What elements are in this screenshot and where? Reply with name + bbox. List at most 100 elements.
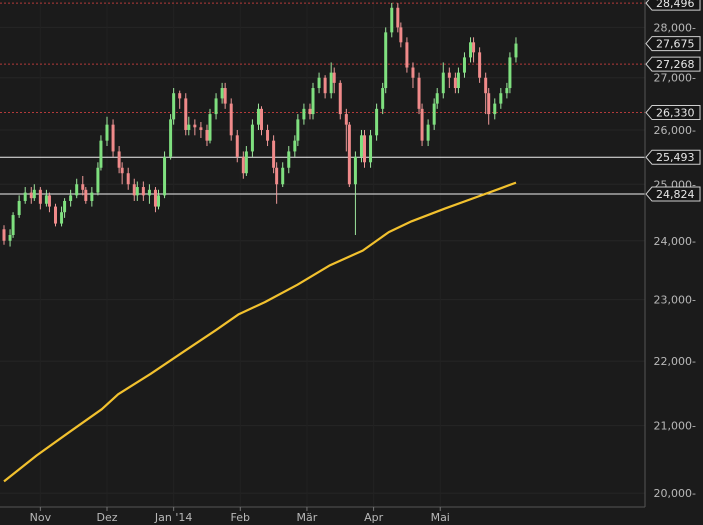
candle-down <box>272 140 276 168</box>
candle-down <box>193 124 197 128</box>
price-tag-label: 27,268 <box>656 58 695 71</box>
candle-up <box>60 212 64 224</box>
candle-up <box>441 72 445 94</box>
candle-down <box>363 135 366 163</box>
candle-up <box>499 93 503 104</box>
candle-up <box>353 156 357 185</box>
candle-down <box>399 27 403 43</box>
candle-up <box>169 119 173 157</box>
candle-up <box>187 124 191 130</box>
candle-up <box>375 108 379 136</box>
y-tick-label: 21,000- <box>654 420 696 433</box>
candle-up <box>90 192 94 201</box>
candle-up <box>281 167 285 185</box>
candle-up <box>75 184 79 196</box>
candle-down <box>111 124 115 152</box>
candle-down <box>54 206 57 224</box>
candle-down <box>235 135 239 157</box>
candle-up <box>369 135 373 163</box>
candle-up <box>17 200 21 216</box>
candle-down <box>38 189 42 204</box>
candle-down <box>447 72 451 78</box>
price-tag-label: 25,493 <box>656 151 695 164</box>
y-tick-label: 27,000- <box>654 72 696 85</box>
y-tick-label: 23,000- <box>654 294 696 307</box>
candle-up <box>426 124 430 141</box>
y-tick-label: 22,000- <box>654 355 696 368</box>
x-tick-label: Mai <box>431 511 450 524</box>
candle-down <box>117 151 121 168</box>
candle-up <box>147 189 151 196</box>
candle-up <box>96 167 100 193</box>
candle-up <box>381 88 385 109</box>
candle-down <box>453 77 457 89</box>
candle-up <box>172 93 176 120</box>
y-tick-label: 24,000- <box>654 235 696 248</box>
candle-down <box>344 114 348 125</box>
candle-down <box>484 77 488 94</box>
candle-up <box>99 140 103 168</box>
candle-up <box>250 124 254 152</box>
candle-up <box>32 189 36 199</box>
candle-up <box>505 88 509 94</box>
y-tick-label: 26,000- <box>654 124 696 137</box>
candle-up <box>69 195 73 201</box>
candle-up <box>105 124 109 141</box>
candle-down <box>478 52 482 78</box>
candle-up <box>456 72 460 89</box>
candle-down <box>323 77 327 94</box>
candle-up <box>317 77 321 89</box>
candle-down <box>199 127 203 130</box>
candle-up <box>296 119 300 141</box>
candle-down <box>275 167 279 185</box>
candle-down <box>260 108 263 130</box>
candle-down <box>229 103 233 136</box>
price-tag-label: 28,496 <box>656 0 695 10</box>
candle-down <box>205 129 209 141</box>
candle-up <box>390 7 394 33</box>
price-tag-label: 27,675 <box>656 38 695 51</box>
candle-down <box>126 173 130 185</box>
candle-up <box>302 108 306 120</box>
candle-down <box>132 184 136 196</box>
x-tick-label: Apr <box>364 511 384 524</box>
candle-up <box>44 195 48 204</box>
x-tick-label: Feb <box>231 511 250 524</box>
candle-up <box>135 187 139 196</box>
candle-up <box>462 57 466 73</box>
candle-up <box>244 151 248 174</box>
candle-up <box>435 93 439 104</box>
candle-up <box>256 108 260 125</box>
candle-down <box>487 93 491 115</box>
candle-up <box>329 72 333 94</box>
price-tag-label: 24,824 <box>656 188 695 201</box>
candle-up <box>11 215 15 235</box>
candle-up <box>208 114 212 141</box>
candle-down <box>347 124 351 185</box>
candle-down <box>411 67 415 78</box>
candle-down <box>308 108 312 115</box>
candle-up <box>8 234 12 241</box>
candle-up <box>287 151 291 168</box>
candle-down <box>153 189 157 207</box>
candle-down <box>29 192 33 199</box>
x-tick-label: Jan '14 <box>154 511 192 524</box>
candle-down <box>120 167 124 174</box>
candle-down <box>332 72 336 83</box>
candle-down <box>47 195 51 207</box>
candle-up <box>220 88 224 99</box>
y-tick-label: 20,000- <box>654 487 696 500</box>
candle-up <box>311 88 315 115</box>
candle-down <box>338 82 342 115</box>
candle-down <box>84 189 88 201</box>
candle-up <box>432 103 436 125</box>
candle-down <box>141 187 145 196</box>
candle-up <box>514 43 518 58</box>
x-tick-label: Dez <box>96 511 117 524</box>
candle-down <box>266 129 270 141</box>
chart-background <box>0 0 703 525</box>
candle-down <box>405 42 409 68</box>
candle-down <box>241 156 245 174</box>
y-tick-label: 28,000- <box>654 21 696 34</box>
candle-up <box>157 195 160 207</box>
